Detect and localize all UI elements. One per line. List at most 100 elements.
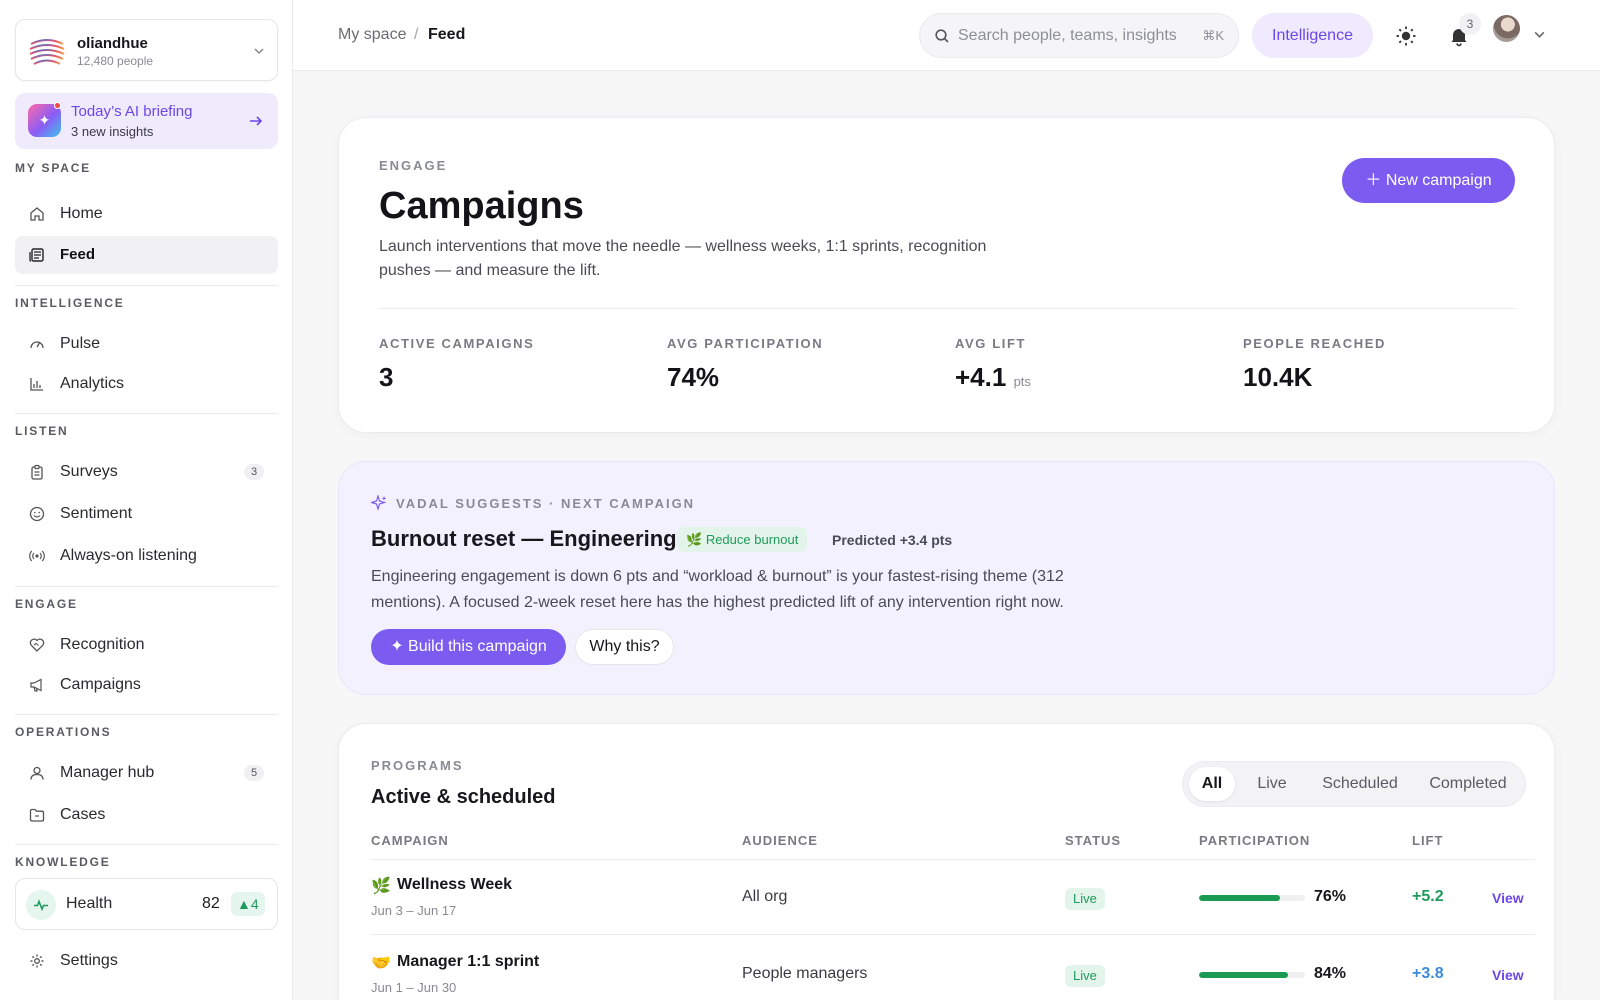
campaign-audience: All org	[742, 888, 788, 905]
tab-live[interactable]: Live	[1239, 767, 1305, 801]
divider	[15, 413, 278, 414]
tab-all[interactable]: All	[1189, 767, 1235, 801]
sidebar-item-label: Recognition	[60, 636, 145, 653]
section-label-intelligence: INTELLIGENCE	[15, 296, 125, 310]
sidebar-item-label: Sentiment	[60, 505, 133, 522]
column-header-campaign: CAMPAIGN	[371, 833, 449, 848]
heart-handshake-icon	[29, 638, 45, 652]
stat-label-avg-participation: AVG PARTICIPATION	[667, 336, 824, 351]
sidebar-item-recognition[interactable]: Recognition	[15, 626, 278, 664]
suggestion-body: Engineering engagement is down 6 pts and…	[371, 568, 1064, 611]
search-placeholder: Search people, teams, insights	[958, 27, 1177, 44]
why-this-button[interactable]: Why this?	[575, 629, 674, 665]
divider	[15, 586, 278, 587]
stat-value-avg-lift: +4.1	[955, 362, 1007, 392]
divider	[379, 308, 1516, 309]
chevron-down-icon	[254, 48, 264, 55]
newspaper-icon	[29, 248, 44, 262]
campaign-name: Manager 1:1 sprint	[397, 953, 540, 970]
stat-value-active-campaigns: 3	[379, 362, 394, 392]
clipboard-icon	[31, 464, 43, 480]
sidebar-item-label: Manager hub	[60, 764, 155, 781]
health-score-card[interactable]: Health 82 ▲4	[15, 878, 278, 930]
divider	[371, 859, 1535, 860]
goal-tag-label: Reduce burnout	[705, 532, 799, 547]
ai-suggestion-card: VADAL SUGGESTS · NEXT CAMPAIGN Burnout r…	[338, 461, 1555, 695]
row-icon: 🌿	[371, 878, 391, 895]
suggestion-eyebrow: VADAL SUGGESTS · NEXT CAMPAIGN	[396, 496, 696, 511]
sidebar-item-label: Analytics	[60, 375, 125, 392]
sidebar-item-campaigns[interactable]: Campaigns	[15, 666, 278, 704]
breadcrumb-my-space[interactable]: My space	[338, 26, 406, 44]
sidebar-item-label: Surveys	[60, 463, 118, 480]
section-label-listen: LISTEN	[15, 424, 69, 438]
breadcrumb-separator: /	[414, 26, 419, 43]
breadcrumb-current: Feed	[428, 26, 466, 43]
org-logo-icon	[28, 32, 66, 70]
predicted-lift: Predicted +3.4 pts	[832, 532, 953, 548]
health-delta-value: 4	[250, 896, 259, 912]
sidebar-item-label: Settings	[60, 952, 118, 969]
megaphone-icon	[30, 678, 42, 692]
sidebar-item-always-on-listening[interactable]: Always-on listening	[15, 537, 278, 575]
tab-scheduled[interactable]: Scheduled	[1307, 767, 1413, 801]
campaigns-header-card: ENGAGE Campaigns Launch interventions th…	[338, 117, 1555, 433]
lift-value: +3.8	[1412, 965, 1444, 982]
intelligence-button[interactable]: Intelligence	[1252, 13, 1373, 58]
sidebar-item-label: Feed	[60, 246, 96, 263]
sidebar-item-analytics[interactable]: Analytics	[15, 365, 278, 403]
sun-icon[interactable]	[1395, 25, 1417, 47]
sidebar-item-home[interactable]: Home	[15, 195, 278, 233]
sidebar-item-label: Pulse	[60, 335, 101, 352]
participation-bar	[1199, 895, 1305, 901]
sidebar-item-label: Always-on listening	[60, 547, 197, 564]
divider	[15, 844, 278, 845]
view-link[interactable]: View	[1492, 890, 1524, 906]
sidebar-item-sentiment[interactable]: Sentiment	[15, 495, 278, 533]
briefing-subtitle: 3 new insights	[71, 124, 154, 139]
page-title: Campaigns	[379, 185, 584, 227]
count-badge: 5	[244, 765, 264, 781]
bar-chart-icon	[30, 378, 43, 391]
row-icon: 🤝	[371, 955, 391, 972]
divider	[371, 934, 1535, 935]
sidebar-item-cases[interactable]: Cases	[15, 796, 278, 834]
build-campaign-button[interactable]: ✦ Build this campaign	[371, 629, 566, 665]
sidebar-item-surveys[interactable]: Surveys 3	[15, 453, 278, 491]
column-header-participation: PARTICIPATION	[1199, 833, 1311, 848]
tab-completed[interactable]: Completed	[1415, 767, 1521, 801]
home-icon	[30, 207, 44, 221]
sidebar-item-pulse[interactable]: Pulse	[15, 325, 278, 363]
avatar[interactable]	[1493, 15, 1520, 42]
programs-card: PROGRAMS Active & scheduled All Live Sch…	[338, 723, 1555, 1000]
gear-icon	[30, 954, 44, 968]
participation-bar	[1199, 972, 1305, 978]
participation-value: 76%	[1314, 888, 1347, 905]
org-switcher[interactable]: oliandhue 12,480 people	[15, 19, 278, 81]
sidebar-item-feed[interactable]: Feed	[15, 236, 278, 274]
divider	[15, 714, 278, 715]
health-label: Health	[66, 895, 113, 912]
new-campaign-button[interactable]: ＋ New campaign	[1342, 158, 1515, 203]
campaign-audience: People managers	[742, 965, 868, 982]
lift-value: +5.2	[1412, 888, 1444, 905]
health-value: 82	[202, 895, 220, 912]
chevron-down-icon[interactable]	[1533, 28, 1546, 41]
sidebar-item-settings[interactable]: Settings	[15, 942, 278, 980]
sidebar-item-manager-hub[interactable]: Manager hub 5	[15, 754, 278, 792]
page-description: Launch interventions that move the needl…	[379, 238, 987, 279]
search-input[interactable]: Search people, teams, insights ⌘K	[919, 13, 1239, 58]
count-badge: 3	[244, 464, 264, 480]
sidebar-item-label: Home	[60, 205, 103, 222]
search-icon	[935, 29, 949, 43]
sparkles-icon	[371, 495, 387, 511]
view-link[interactable]: View	[1492, 967, 1524, 983]
org-name: oliandhue	[77, 35, 148, 52]
stat-label-active-campaigns: ACTIVE CAMPAIGNS	[379, 336, 535, 351]
sidebar-item-label: Campaigns	[60, 676, 141, 693]
notification-dot	[54, 102, 61, 109]
ai-briefing-card[interactable]: ✦ Today’s AI briefing 3 new insights	[15, 93, 278, 149]
campaign-dates: Jun 3 – Jun 17	[371, 903, 457, 918]
divider	[15, 285, 278, 286]
stat-value-people-reached: 10.4K	[1243, 362, 1313, 392]
